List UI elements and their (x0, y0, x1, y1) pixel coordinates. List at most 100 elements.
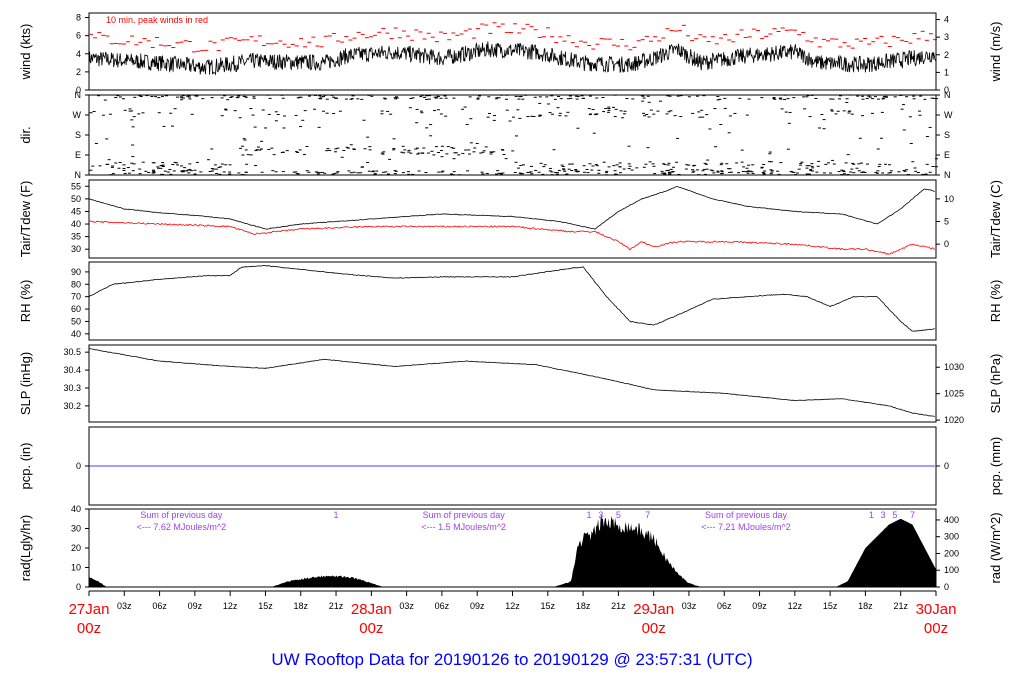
ytick-label: 40 (71, 504, 81, 514)
slp-SLP-line (88, 348, 935, 417)
ytick-label-right: 200 (944, 548, 959, 558)
rad-panel-frame (88, 508, 937, 588)
xtick-label: 12z (505, 601, 520, 611)
ytick-label: N (75, 90, 82, 100)
ytick-label-right: 10 (944, 194, 954, 204)
ytick-label: 35 (71, 232, 81, 242)
ytick-label: 10 (71, 563, 81, 573)
pcp-panel: pcp. (in) pcp. (mm) 0 0 (18, 437, 1003, 496)
rad-sum-value: <--- 7.21 MJoules/m^2 (701, 522, 791, 532)
ytick-label: 8 (76, 13, 81, 23)
chart-title: UW Rooftop Data for 20190126 to 20190129… (271, 650, 753, 669)
rad-hour-mark: 3 (881, 510, 886, 520)
date-time-label: 00z (77, 620, 101, 637)
rad-sum-value: <--- 1.5 MJoules/m^2 (421, 522, 506, 532)
xtick-label: 21z (893, 601, 908, 611)
ytick-label-right: N (944, 90, 951, 100)
ytick-label-right: S (944, 130, 950, 140)
ytick-label-right: 4 (944, 15, 949, 25)
rad-hour-mark: 1 (869, 510, 874, 520)
pcp-ylabel-right: pcp. (mm) (988, 437, 1003, 496)
ytick-label-right: N (944, 170, 951, 180)
xtick-label: 03z (399, 601, 414, 611)
rad-hour-mark: 5 (616, 510, 621, 520)
xtick-label: 18z (576, 601, 591, 611)
date-label: 28Jan (351, 601, 392, 618)
ytick-label: 20 (71, 543, 81, 553)
ytick-label: 50 (71, 316, 81, 326)
xtick-label: 15z (258, 601, 273, 611)
wind-ylabel: wind (kts) (18, 24, 33, 81)
rad-ylabel-right: rad (W/m^2) (988, 512, 1003, 583)
rad-sum-value: <--- 7.62 MJoules/m^2 (137, 522, 227, 532)
ytick-label: 30.2 (63, 401, 81, 411)
weather-chart: wind (kts) wind (m/s) 0 2 4 6 8 0 1 2 3 4 10 min. pe… (18, 12, 1003, 637)
ytick-label: 0 (76, 461, 81, 471)
ytick-label: 30 (71, 244, 81, 254)
ytick-label: 40 (71, 219, 81, 229)
rad-panel: rad(Lgly/hr) rad (W/m^2)01020304001002003… (18, 504, 1003, 592)
xtick-label: 18z (858, 601, 873, 611)
ytick-label: 30.3 (63, 383, 81, 393)
ytick-label: E (75, 150, 81, 160)
xtick-label: 03z (682, 601, 697, 611)
rad-hour-mark: 7 (910, 510, 915, 520)
ytick-label: 50 (71, 194, 81, 204)
wind-annotation: 10 min. peak winds in red (106, 15, 208, 25)
xtick-label: 09z (470, 601, 485, 611)
ytick-label: 45 (71, 206, 81, 216)
rh-panel-frame (88, 261, 937, 341)
xtick-label: 06z (152, 601, 167, 611)
ytick-label: 60 (71, 304, 81, 314)
ytick-label-right: 300 (944, 532, 959, 542)
slp-panel-frame (88, 344, 937, 423)
ytick-label: 90 (71, 267, 81, 277)
date-label: 30Jan (916, 601, 957, 618)
dir-ylabel: dir. (18, 126, 33, 143)
temp-panel-frame (88, 179, 937, 259)
ytick-label: 2 (76, 67, 81, 77)
xtick-label: 15z (541, 601, 556, 611)
ytick-label-right: W (944, 110, 953, 120)
rh-RH-line (88, 265, 935, 332)
date-time-label: 00z (924, 620, 948, 637)
ytick-label-right: 1020 (944, 415, 964, 425)
ytick-label-right: 1030 (944, 362, 964, 372)
rad-hour-mark: 7 (645, 510, 650, 520)
ytick-label: S (75, 130, 81, 140)
ytick-label: 4 (76, 49, 81, 59)
ytick-label-right: 2 (944, 50, 949, 60)
xtick-label: 06z (717, 601, 732, 611)
temp-ylabel: Tair/Tdew (F) (18, 181, 33, 258)
xtick-label: 12z (788, 601, 803, 611)
xtick-label: 03z (117, 601, 132, 611)
rad-hour-mark: 5 (892, 510, 897, 520)
ytick-label-right: 0 (944, 239, 949, 249)
rad-hour-mark: 1 (334, 510, 339, 520)
date-time-label: 00z (642, 620, 666, 637)
ytick-label: 0 (76, 582, 81, 592)
rh-panel: RH (%) RH (%) 40 50 60 70 80 90 (18, 265, 1003, 339)
date-time-label: 00z (359, 620, 383, 637)
ytick-label: W (73, 110, 82, 120)
rad-sum-label: Sum of previous day (140, 510, 223, 520)
ytick-label-right: 0 (944, 461, 949, 471)
ytick-label-right: 0 (944, 582, 949, 592)
ytick-label: 40 (71, 329, 81, 339)
ytick-label: 6 (76, 31, 81, 41)
wind-ylabel-right: wind (m/s) (988, 22, 1003, 83)
temp-ylabel-right: Tair/Tdew (C) (988, 180, 1003, 258)
xtick-label: 18z (293, 601, 308, 611)
temp-panel: Tair/Tdew (F) Tair/Tdew (C) 30 35 40 45 50 55 0 5… (18, 180, 1003, 258)
dir-panel: dir.N NE ES SW WN N (18, 90, 953, 180)
ytick-label: N (75, 170, 82, 180)
ytick-label: 30 (71, 524, 81, 534)
rad-hour-mark: 1 (586, 510, 591, 520)
xtick-label: 06z (435, 601, 450, 611)
ytick-label-right: 400 (944, 515, 959, 525)
ytick-label-right: 1 (944, 67, 949, 77)
slp-ylabel-right: SLP (hPa) (988, 354, 1003, 414)
rad-ylabel: rad(Lgly/hr) (18, 515, 33, 581)
ytick-label: 30.5 (63, 347, 81, 357)
xtick-label: 21z (329, 601, 344, 611)
